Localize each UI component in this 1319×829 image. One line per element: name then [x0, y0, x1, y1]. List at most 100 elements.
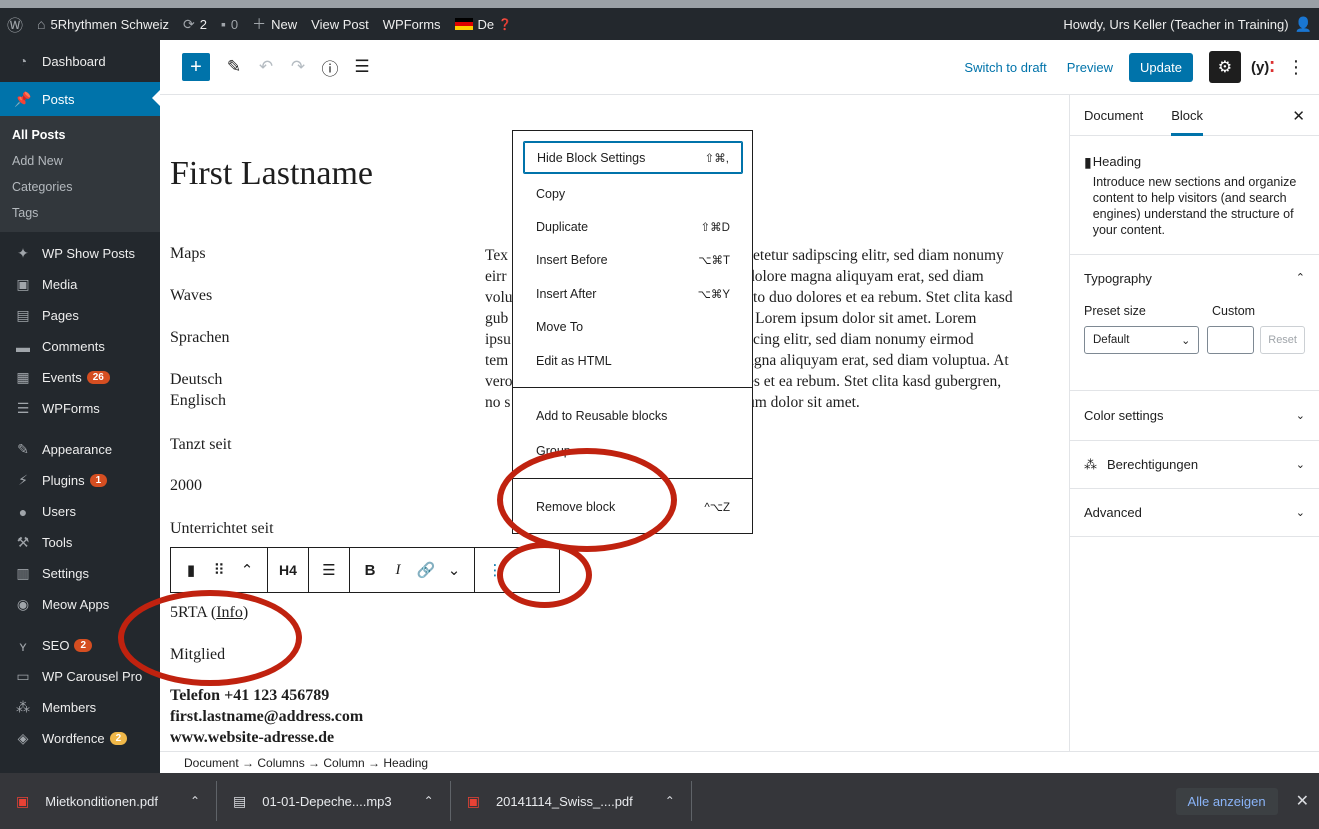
downloads-bar: ▣ Mietkonditionen.pdf ⌃ ▤ 01-01-Depeche.… — [0, 773, 1319, 829]
typography-toggle[interactable]: Typography ⌃ — [1084, 271, 1305, 286]
align-button[interactable]: ☰ — [315, 555, 343, 585]
menu-item-hide-block-settings[interactable]: Hide Block Settings ⇧⌘, — [523, 141, 743, 174]
sidebar-item-members[interactable]: ⁂ Members — [0, 692, 160, 723]
settings-toggle-button[interactable]: ⚙ — [1208, 51, 1241, 83]
sidebar-item-posts[interactable]: 📌 Posts — [0, 82, 160, 116]
block-navigation-button[interactable]: ☰ — [348, 53, 376, 81]
chevron-up-icon[interactable]: ⌃ — [424, 794, 434, 808]
undo-button[interactable]: ↶ — [252, 53, 280, 81]
menu-item-add-to-reusable[interactable]: Add to Reusable blocks — [523, 399, 743, 432]
comments-link[interactable]: ▪ 0 — [214, 8, 245, 40]
sidebar-item-pages[interactable]: ▤ Pages — [0, 300, 160, 331]
more-options-button[interactable]: ⋮ — [1287, 57, 1305, 78]
drag-handle[interactable]: ⠿ — [205, 555, 233, 585]
yoast-button[interactable]: (y)⁚ — [1251, 58, 1275, 76]
content-info-button[interactable]: ⓘ — [316, 53, 344, 81]
sidebar-item-media[interactable]: ▣ Media — [0, 269, 160, 300]
redo-button[interactable]: ↷ — [284, 53, 312, 81]
color-settings-panel[interactable]: Color settings ⌄ — [1070, 391, 1319, 441]
switch-to-draft-button[interactable]: Switch to draft — [954, 60, 1056, 75]
new-link[interactable]: ＋ New — [245, 8, 304, 40]
view-post-link[interactable]: View Post — [304, 8, 376, 40]
chevron-up-icon[interactable]: ⌃ — [665, 794, 675, 808]
yoast-icon: (y)⁚ — [1250, 59, 1275, 76]
close-downloads-button[interactable]: ✕ — [1296, 791, 1309, 811]
show-all-downloads-button[interactable]: Alle anzeigen — [1175, 787, 1278, 815]
heading-level-button[interactable]: H4 — [274, 555, 302, 585]
submenu-tags[interactable]: Tags — [0, 200, 160, 226]
link-button[interactable]: 🔗 — [412, 555, 440, 585]
advanced-panel[interactable]: Advanced ⌄ — [1070, 489, 1319, 537]
sidebar-item-plugins[interactable]: ⚡ Plugins 1 — [0, 465, 160, 496]
wordpress-logo-icon[interactable]: Ⓦ — [0, 8, 30, 40]
chevron-up-icon: ⌃ — [1295, 272, 1305, 284]
post-title[interactable]: First Lastname — [170, 155, 373, 193]
custom-size-input[interactable] — [1207, 326, 1255, 354]
text-sprachen[interactable]: Sprachen — [170, 329, 230, 347]
sidebar-item-users[interactable]: ● Users — [0, 496, 160, 527]
heading-unterrichtet-seit[interactable]: Unterrichtet seit — [170, 520, 274, 538]
bold-button[interactable]: B — [356, 555, 384, 585]
more-formats-button[interactable]: ⌄ — [440, 555, 468, 585]
text-year-2000[interactable]: 2000 — [170, 477, 202, 495]
bookmark-icon: ▮ — [1084, 154, 1092, 170]
submenu-categories[interactable]: Categories — [0, 174, 160, 200]
language-switcher[interactable]: De ❓ — [448, 8, 519, 40]
contact-email: first.lastname@address.com — [170, 708, 364, 725]
submenu-add-new[interactable]: Add New — [0, 148, 160, 174]
close-sidebar-button[interactable]: ✕ — [1292, 107, 1305, 125]
menu-item-duplicate[interactable]: Duplicate ⇧⌘D — [523, 210, 743, 243]
preset-size-select[interactable]: Default ⌄ — [1084, 326, 1200, 354]
download-item[interactable]: ▤ 01-01-Depeche....mp3 ⌃ — [217, 781, 451, 821]
sidebar-item-wordfence[interactable]: ◈ Wordfence 2 — [0, 723, 160, 754]
tools-button[interactable]: ✎ — [220, 53, 248, 81]
reset-button[interactable]: Reset — [1260, 326, 1305, 354]
site-name-link[interactable]: ⌂ 5Rhythmen Schweiz — [30, 8, 176, 40]
text-englisch[interactable]: Englisch — [170, 392, 226, 410]
wpforms-link[interactable]: WPForms — [376, 8, 448, 40]
submenu-all-posts[interactable]: All Posts — [0, 122, 160, 148]
plugins-badge: 1 — [89, 474, 108, 487]
menu-item-edit-as-html[interactable]: Edit as HTML — [523, 344, 743, 377]
events-badge: 26 — [86, 371, 110, 384]
updates-link[interactable]: ⟳ 2 — [176, 8, 214, 40]
sidebar-item-settings[interactable]: ▥ Settings — [0, 558, 160, 589]
update-button[interactable]: Update — [1129, 52, 1193, 82]
sidebar-item-wpforms[interactable]: ☰ WPForms — [0, 393, 160, 424]
text-deutsch[interactable]: Deutsch — [170, 371, 222, 389]
download-item[interactable]: ▣ Mietkonditionen.pdf ⌃ — [0, 781, 218, 821]
chevron-down-icon: ⌄ — [1181, 334, 1191, 347]
redo-icon: ↷ — [290, 57, 306, 76]
berechtigungen-panel[interactable]: ⁂ Berechtigungen ⌄ — [1070, 441, 1319, 489]
sidebar-item-comments[interactable]: ▬ Comments — [0, 331, 160, 362]
text-maps[interactable]: Maps — [170, 245, 206, 263]
annotation-circle — [118, 590, 302, 686]
text-waves[interactable]: Waves — [170, 287, 212, 305]
add-block-button[interactable]: + — [182, 53, 210, 81]
text-tanzt-seit[interactable]: Tanzt seit — [170, 436, 232, 454]
sidebar-item-appearance[interactable]: ✎ Appearance — [0, 434, 160, 465]
tab-document[interactable]: Document — [1084, 95, 1143, 136]
drag-icon: ⠿ — [213, 562, 225, 579]
chevron-up-icon[interactable]: ⌃ — [190, 794, 200, 808]
block-type-button[interactable]: ▮ — [177, 555, 205, 585]
wordfence-icon: ◈ — [17, 730, 29, 746]
block-breadcrumb[interactable]: Document → Columns → Column → Heading — [160, 751, 1319, 773]
italic-button[interactable]: I — [384, 555, 412, 585]
sidebar-item-tools[interactable]: ⚒ Tools — [0, 527, 160, 558]
sidebar-item-events[interactable]: ▦ Events 26 — [0, 362, 160, 393]
sidebar-item-dashboard[interactable]: ◔ Dashboard — [0, 40, 160, 82]
menu-item-copy[interactable]: Copy — [523, 177, 743, 210]
account-menu[interactable]: Howdy, Urs Keller (Teacher in Training) 👤 — [1056, 8, 1319, 40]
user-avatar-icon: 👤 — [1294, 15, 1312, 32]
tab-block[interactable]: Block — [1171, 95, 1204, 136]
preview-button[interactable]: Preview — [1057, 60, 1123, 75]
contact-block[interactable]: Telefon +41 123 456789 first.lastname@ad… — [170, 685, 363, 748]
download-item[interactable]: ▣ 20141114_Swiss_....pdf ⌃ — [451, 781, 692, 821]
menu-item-move-to[interactable]: Move To — [523, 310, 743, 343]
menu-item-insert-before[interactable]: Insert Before ⌥⌘T — [523, 243, 743, 276]
menu-item-insert-after[interactable]: Insert After ⌥⌘Y — [523, 277, 743, 310]
move-up-down-buttons[interactable]: ⌃ — [233, 555, 261, 585]
block-toolbar-group-heading: H4 — [268, 548, 309, 592]
sidebar-item-wp-show-posts[interactable]: ✦ WP Show Posts — [0, 238, 160, 269]
